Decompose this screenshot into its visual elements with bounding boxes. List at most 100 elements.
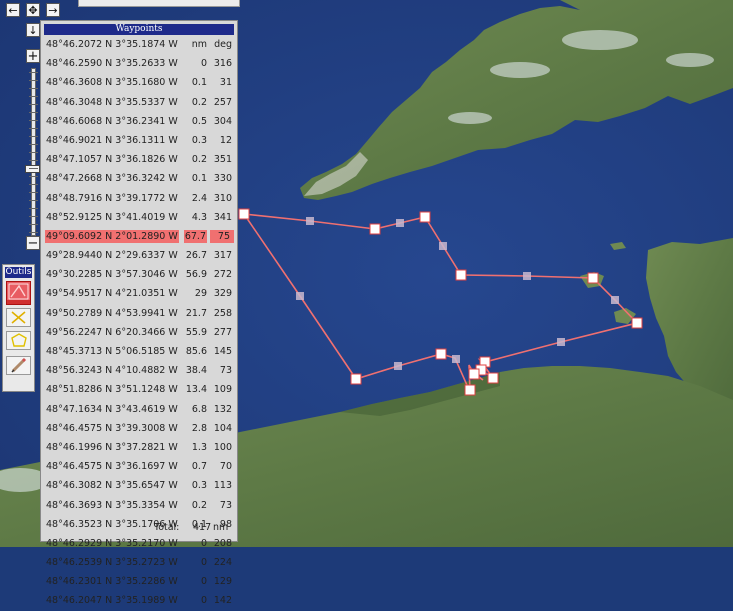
zoom-slider-tick	[29, 104, 38, 105]
waypoint-distance: 0.3	[191, 480, 207, 492]
waypoint-distance: 2.4	[191, 192, 207, 204]
waypoint-row[interactable]: 49°09.6092 N 2°01.2890 W 67.7 75	[41, 227, 237, 246]
route-waypoint-marker[interactable]	[464, 384, 476, 396]
route-midpoint-handle[interactable]	[396, 219, 404, 227]
route-waypoint-marker[interactable]	[435, 348, 447, 360]
zoom-in-icon[interactable]: +	[26, 49, 40, 64]
waypoint-distance: 0.2	[191, 499, 207, 511]
waypoint-row[interactable]: 48°51.8286 N 3°51.1248 W 13.4 109	[41, 380, 237, 399]
waypoint-distance: 1.3	[191, 441, 207, 453]
route-waypoint-marker[interactable]	[350, 373, 362, 385]
zoom-slider-tick	[29, 176, 38, 177]
waypoint-row[interactable]: 48°46.3693 N 3°35.3354 W 0.2 73	[41, 496, 237, 515]
waypoint-coord: 48°46.2047 N 3°35.1989 W	[46, 595, 178, 607]
zoom-slider-tick	[29, 120, 38, 121]
pan-down-icon[interactable]: ↓	[26, 23, 40, 37]
waypoint-row[interactable]: 48°46.4575 N 3°36.1697 W 0.7 70	[41, 457, 237, 476]
waypoint-coord: 48°46.2301 N 3°35.2286 W	[46, 576, 178, 588]
zoom-slider-tick	[29, 112, 38, 113]
route-waypoint-marker[interactable]	[455, 269, 467, 281]
route-tool-button[interactable]	[6, 281, 31, 305]
zoom-slider-tick	[29, 88, 38, 89]
pan-right-icon[interactable]: →	[46, 3, 60, 17]
route-midpoint-handle[interactable]	[557, 338, 565, 346]
waypoint-row[interactable]: 48°46.3048 N 3°35.5337 W 0.2 257	[41, 93, 237, 112]
waypoint-row[interactable]: 49°28.9440 N 2°29.6337 W 26.7 317	[41, 246, 237, 265]
waypoint-bearing: 257	[213, 96, 232, 108]
waypoint-distance: 38.4	[185, 365, 207, 377]
waypoint-row[interactable]: 48°46.2929 N 3°35.2170 W 0 208	[41, 534, 237, 553]
route-waypoint-marker[interactable]	[369, 223, 381, 235]
waypoint-row[interactable]: 48°46.6068 N 3°36.2341 W 0.5 304	[41, 112, 237, 131]
pencil-tool-icon	[11, 357, 27, 373]
waypoint-coord: 48°47.2668 N 3°36.3242 W	[46, 173, 178, 185]
waypoint-bearing: 132	[213, 403, 232, 415]
waypoint-row[interactable]: 48°46.2590 N 3°35.2633 W 0 316	[41, 54, 237, 73]
cross-tool-button[interactable]	[6, 308, 31, 327]
waypoint-row[interactable]: 48°47.2668 N 3°36.3242 W 0.1 330	[41, 169, 237, 188]
waypoint-coord: 48°46.2590 N 3°35.2633 W	[46, 58, 178, 70]
route-midpoint-handle[interactable]	[296, 292, 304, 300]
waypoint-bearing: 75	[209, 229, 234, 243]
route-midpoint-handle[interactable]	[306, 217, 314, 225]
waypoints-header-row[interactable]: 48°46.2072 N 3°35.1874 W nm deg	[41, 35, 237, 54]
waypoint-row[interactable]: 48°52.9125 N 3°41.4019 W 4.3 341	[41, 208, 237, 227]
waypoint-row[interactable]: 48°46.9021 N 3°36.1311 W 0.3 12	[41, 131, 237, 150]
waypoint-coord: 48°46.2929 N 3°35.2170 W	[46, 537, 178, 549]
pan-center-icon[interactable]: ✥	[26, 3, 40, 17]
zoom-slider-tick	[29, 80, 38, 81]
waypoint-row[interactable]: 49°50.2789 N 4°53.9941 W 21.7 258	[41, 304, 237, 323]
route-waypoint-marker[interactable]	[468, 368, 480, 380]
route-waypoint-marker[interactable]	[631, 317, 643, 329]
waypoint-bearing: 224	[213, 557, 232, 569]
route-midpoint-handle[interactable]	[611, 296, 619, 304]
waypoint-row[interactable]: 48°46.4575 N 3°39.3008 W 2.8 104	[41, 419, 237, 438]
route-midpoint-handle[interactable]	[452, 355, 460, 363]
waypoint-bearing: 304	[213, 115, 232, 127]
waypoint-row[interactable]: 48°46.2539 N 3°35.2723 W 0 224	[41, 553, 237, 572]
tools-title: Outils	[5, 267, 32, 278]
waypoint-coord: 48°56.3243 N 4°10.4882 W	[46, 365, 178, 377]
pan-left-icon[interactable]: ←	[6, 3, 20, 17]
waypoint-row[interactable]: 48°56.3243 N 4°10.4882 W 38.4 73	[41, 361, 237, 380]
waypoint-bearing: 129	[213, 576, 232, 588]
zoom-slider-tick	[29, 192, 38, 193]
route-tool-icon	[7, 283, 30, 304]
waypoint-distance: 0.2	[191, 154, 207, 166]
route-waypoint-marker[interactable]	[419, 211, 431, 223]
zoom-out-icon[interactable]: −	[26, 236, 40, 251]
zoom-slider-thumb[interactable]	[25, 165, 40, 173]
waypoint-row[interactable]: 48°48.7916 N 3°39.1772 W 2.4 310	[41, 189, 237, 208]
route-waypoint-marker[interactable]	[487, 372, 499, 384]
route-midpoint-handle[interactable]	[523, 272, 531, 280]
waypoint-bearing: 317	[213, 250, 232, 262]
waypoint-row[interactable]: 48°46.2047 N 3°35.1989 W 0 142	[41, 591, 237, 610]
waypoint-row[interactable]: 49°56.2247 N 6°20.3466 W 55.9 277	[41, 323, 237, 342]
waypoint-row[interactable]: 48°45.3713 N 5°06.5185 W 85.6 145	[41, 342, 237, 361]
waypoint-row[interactable]: 49°30.2285 N 3°57.3046 W 56.9 272	[41, 265, 237, 284]
zoom-slider-tick	[29, 72, 38, 73]
waypoint-coord: 48°46.2539 N 3°35.2723 W	[46, 557, 178, 569]
waypoint-row[interactable]: 48°46.3608 N 3°35.1680 W 0.1 31	[41, 73, 237, 92]
waypoint-distance: 0.2	[191, 96, 207, 108]
route-waypoint-marker[interactable]	[238, 208, 250, 220]
polygon-tool-button[interactable]	[6, 331, 31, 350]
waypoint-bearing: 310	[213, 192, 232, 204]
waypoint-distance: 0	[200, 58, 207, 70]
route-waypoint-marker[interactable]	[587, 272, 599, 284]
waypoint-coord: 48°47.1634 N 3°43.4619 W	[46, 403, 178, 415]
waypoint-row[interactable]: 48°46.1996 N 3°37.2821 W 1.3 100	[41, 438, 237, 457]
waypoint-row[interactable]: 48°46.3082 N 3°35.6547 W 0.3 113	[41, 476, 237, 495]
tools-panel: Outils	[2, 264, 35, 392]
waypoint-row[interactable]: 48°47.1057 N 3°36.1826 W 0.2 351	[41, 150, 237, 169]
waypoint-coord: 48°46.3082 N 3°35.6547 W	[46, 480, 178, 492]
route-midpoint-handle[interactable]	[394, 362, 402, 370]
waypoint-row[interactable]: 49°54.9517 N 4°21.0351 W 29 329	[41, 284, 237, 303]
pencil-tool-button[interactable]	[6, 356, 31, 375]
route-midpoint-handle[interactable]	[439, 242, 447, 250]
waypoint-coord: 48°46.3608 N 3°35.1680 W	[46, 77, 178, 89]
waypoint-row[interactable]: 48°46.2301 N 3°35.2286 W 0 129	[41, 572, 237, 591]
waypoint-row[interactable]: 48°47.1634 N 3°43.4619 W 6.8 132	[41, 400, 237, 419]
waypoint-distance: 29	[194, 288, 207, 300]
waypoint-bearing: 329	[213, 288, 232, 300]
